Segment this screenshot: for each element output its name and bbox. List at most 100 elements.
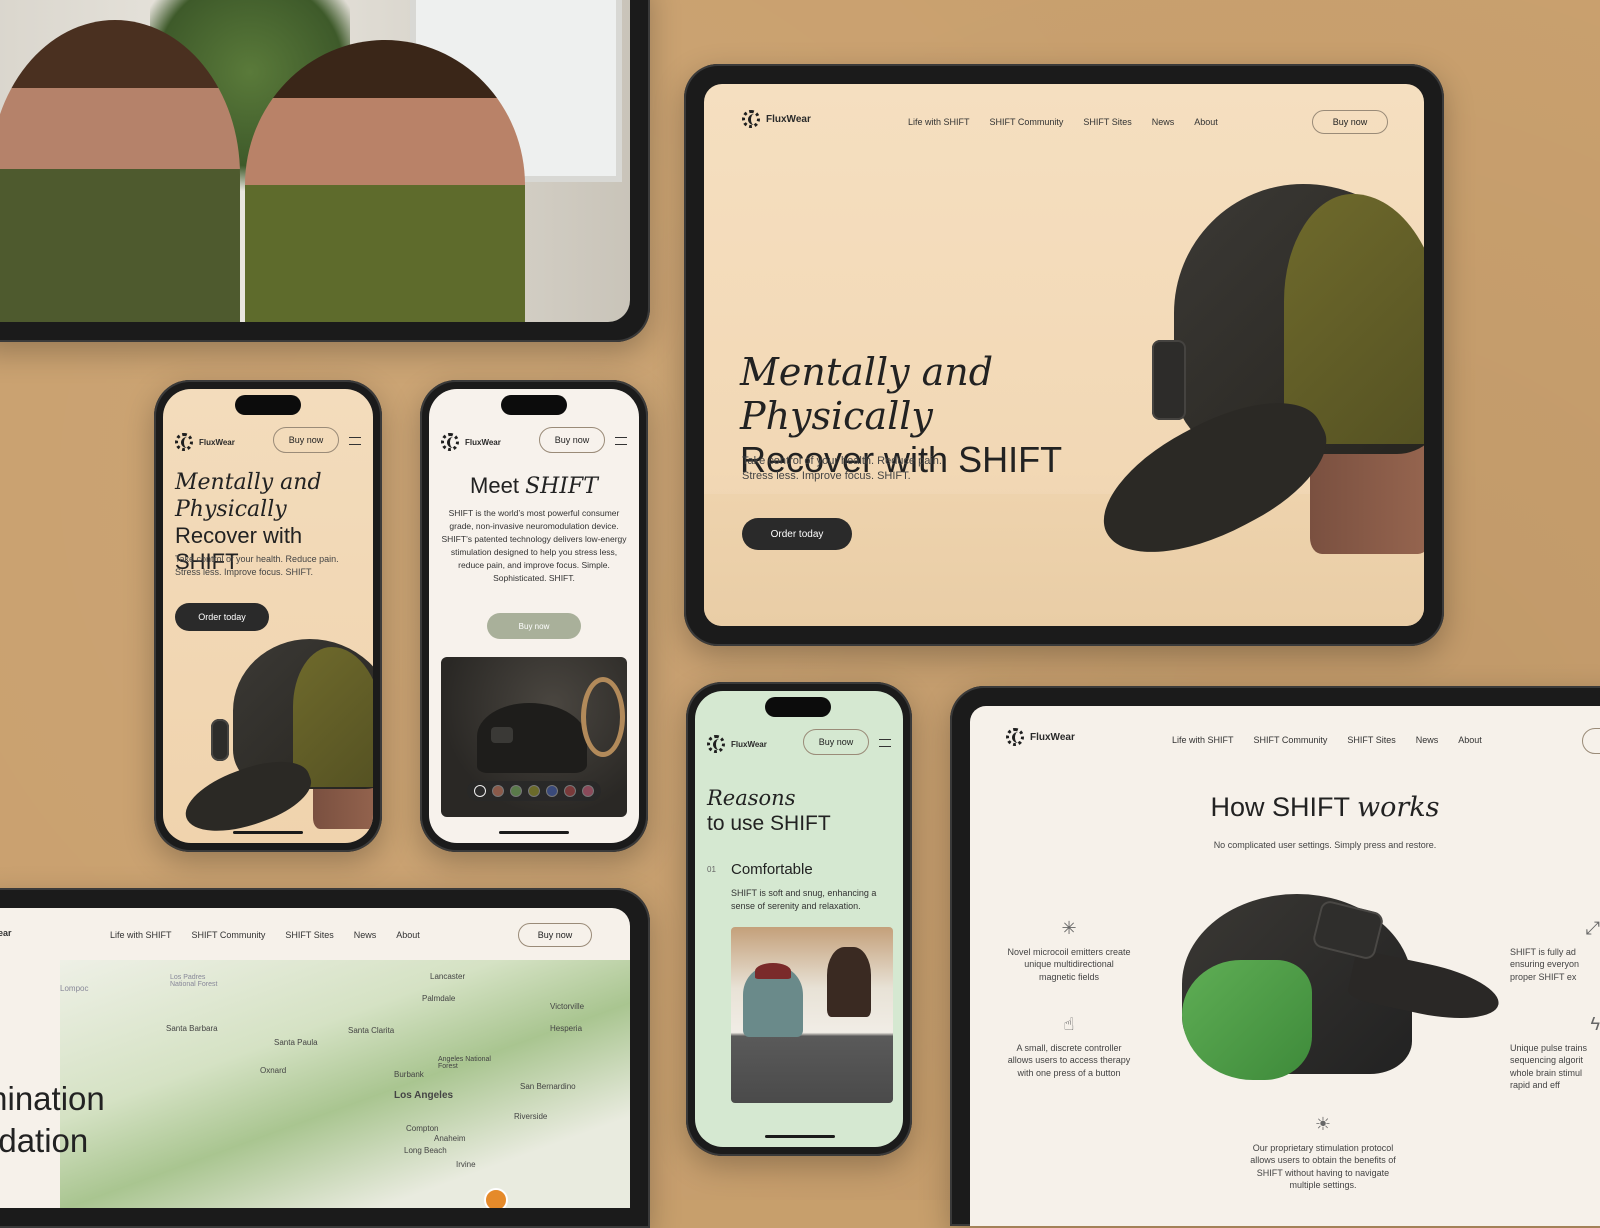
map-label: Long Beach [404,1146,447,1155]
feature-pulse: ϟ Unique pulse trains sequencing algorit… [1510,1012,1600,1091]
feature-protocol: ☀ Our proprietary stimulation protocol a… [1248,1112,1398,1191]
nav-life-with-shift[interactable]: Life with SHIFT [908,117,970,127]
nav-news[interactable]: News [354,930,377,940]
nav-news[interactable]: News [1416,735,1439,745]
how-title: How SHIFT works [1170,792,1480,823]
map-view[interactable]: Lancaster Los Padres National Forest Lom… [60,960,630,1208]
main-nav: Life with SHIFT SHIFT Community SHIFT Si… [908,117,1218,127]
nav-life-with-shift[interactable]: Life with SHIFT [1172,735,1234,745]
swatch-5[interactable] [546,785,558,797]
phone-meet-screen: FluxWear Buy now Meet SHIFT SHIFT is the… [429,389,639,843]
nav-shift-sites[interactable]: SHIFT Sites [1347,735,1395,745]
buy-now-button[interactable]: Buy now [1312,110,1388,134]
buy-now-button[interactable]: Buy now [518,923,592,947]
expand-icon: ⤢ [1585,918,1600,938]
menu-icon[interactable] [349,437,361,445]
map-label: Victorville [550,1002,585,1011]
main-nav: Life with SHIFT SHIFT Community SHIFT Si… [1172,735,1482,745]
brand-name: FluxWear [199,437,235,447]
tablet-map: ear Life with SHIFT SHIFT Community SHIF… [0,888,650,1228]
nav-life-with-shift[interactable]: Life with SHIFT [110,930,172,940]
hero-title-italic: Mentally and Physically [740,350,994,438]
nav-shift-community[interactable]: SHIFT Community [192,930,266,940]
feature-pulse-text: Unique pulse trains sequencing algorit w… [1510,1043,1588,1090]
tablet-photo [0,0,650,342]
swatch-4[interactable] [528,785,540,797]
menu-icon[interactable] [879,739,891,747]
home-indicator [499,831,569,834]
brand-logo[interactable]: FluxWear [175,433,235,451]
feature-adjustable-text: SHIFT is fully ad ensuring everyon prope… [1510,947,1580,982]
nav-shift-sites[interactable]: SHIFT Sites [285,930,333,940]
phone-hero-screen: FluxWear Buy now Mentally and Physically… [163,389,373,843]
map-label: Lancaster [430,972,466,981]
swatch-7[interactable] [582,785,594,797]
map-label: Santa Paula [274,1038,318,1047]
nav-news[interactable]: News [1152,117,1175,127]
swatch-3[interactable] [510,785,522,797]
nav-about[interactable]: About [396,930,420,940]
partial-logo: ear [0,928,12,938]
map-label: Lompoc [60,984,89,993]
nav-shift-sites[interactable]: SHIFT Sites [1083,117,1131,127]
meet-buy-now-button[interactable]: Buy now [487,613,581,639]
nav-shift-community[interactable]: SHIFT Community [990,117,1064,127]
nav-about[interactable]: About [1194,117,1218,127]
map-label: Irvine [456,1160,476,1169]
meet-title-italic: SHIFT [525,474,598,499]
swatch-6[interactable] [564,785,576,797]
hero-subtitle: Take control of your health. Reduce pain… [742,455,942,482]
map-label: Angeles National Forest [438,1056,491,1070]
brand-logo[interactable]: FluxWear [742,110,811,128]
swatch-1[interactable] [474,785,486,797]
home-indicator [765,1135,835,1138]
mobile-title-italic: Mentally and Physically [175,470,322,522]
order-today-button[interactable]: Order today [742,518,852,550]
map-screen: ear Life with SHIFT SHIFT Community SHIF… [0,908,630,1208]
cap-green-panel [1284,194,1424,444]
product-vase [581,677,625,757]
brand-logo[interactable]: FluxWear [441,433,501,451]
buy-now-button-partial[interactable] [1582,728,1600,754]
brand-logo[interactable]: FluxWear [707,735,767,753]
tablet-hero: FluxWear Life with SHIFT SHIFT Community… [684,64,1444,646]
buy-now-button[interactable]: Buy now [803,729,869,755]
phone-reasons: FluxWear Buy now Reasons to use SHIFT 01… [686,682,912,1156]
person-right [245,40,525,322]
menu-icon[interactable] [615,437,627,445]
fluxwear-logo-icon [175,433,193,451]
meet-title: Meet SHIFT [429,473,639,499]
fluxwear-logo-icon [742,110,760,128]
map-heading-line2: ndation [0,1122,89,1159]
feature-emitters: ✳ Novel microcoil emitters create unique… [1006,916,1132,983]
cap-green-panel [293,647,373,787]
bulb-icon: ☀ [1314,1114,1332,1134]
tablet-how: FluxWear Life with SHIFT SHIFT Community… [950,686,1600,1226]
map-heading: mination ndation [0,1078,105,1162]
buy-now-button[interactable]: Buy now [539,427,605,453]
brand-logo[interactable]: FluxWear [1006,728,1075,746]
main-nav: Life with SHIFT SHIFT Community SHIFT Si… [110,930,420,940]
map-label: Riverside [514,1112,548,1121]
buy-now-button[interactable]: Buy now [273,427,339,453]
nav-about[interactable]: About [1458,735,1482,745]
map-label: Santa Barbara [166,1024,218,1033]
how-subtitle: No complicated user settings. Simply pre… [1213,840,1437,850]
map-label: Anaheim [434,1134,466,1143]
order-today-button[interactable]: Order today [175,603,269,631]
map-location-marker[interactable] [484,1188,508,1208]
mobile-hero-subtitle: Take control of your health. Reduce pain… [175,554,339,577]
feature-emitters-text: Novel microcoil emitters create unique m… [1007,947,1131,982]
feature-protocol-text: Our proprietary stimulation protocol all… [1250,1143,1396,1190]
person-left [0,20,240,322]
color-swatches [467,781,601,801]
reason-number: 01 [707,865,716,874]
swatch-2[interactable] [492,785,504,797]
map-heading-line1: mination [0,1080,105,1117]
reasons-title: Reasons to use SHIFT [707,785,897,837]
reason-photo [731,927,893,1103]
meet-body: SHIFT is the world’s most powerful consu… [441,508,627,583]
bolt-icon: ϟ [1590,1014,1600,1034]
nav-shift-community[interactable]: SHIFT Community [1254,735,1328,745]
phone-hero: FluxWear Buy now Mentally and Physically… [154,380,382,852]
